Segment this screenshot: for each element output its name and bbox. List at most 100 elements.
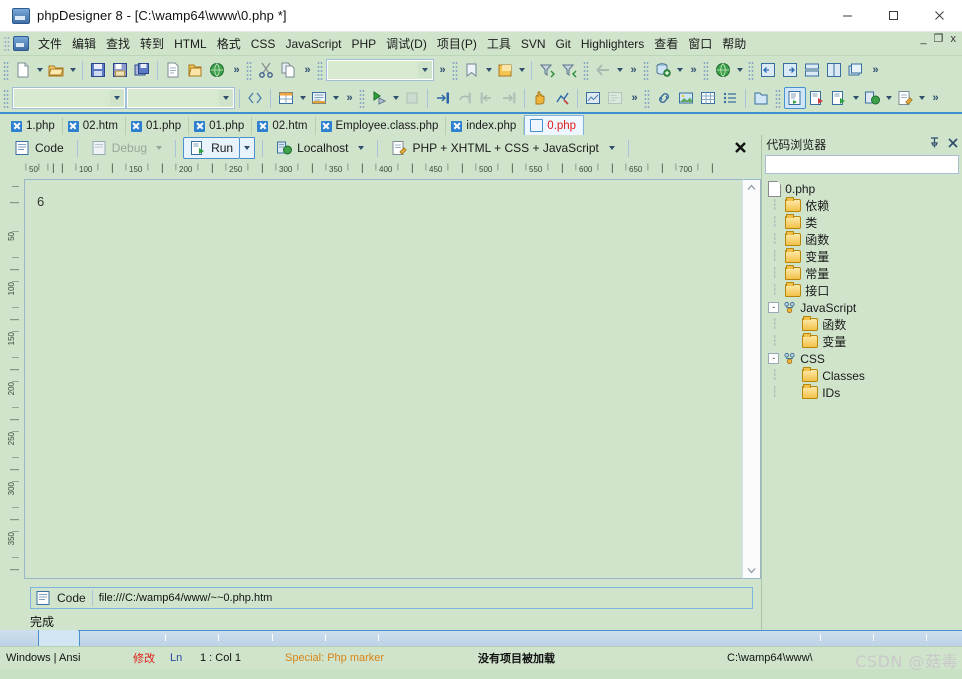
toolbar-grip-debugtools[interactable] [359, 88, 365, 108]
run-server-dropdown-icon[interactable] [883, 87, 894, 109]
tab-close-icon[interactable] [257, 120, 269, 132]
code-browser-tree-item[interactable]: ┆ 变量 [768, 333, 962, 350]
menu-item-goto[interactable]: 转到 [135, 33, 169, 54]
tree-collapse-icon[interactable]: - [768, 302, 780, 313]
globe-dropdown-icon[interactable] [734, 59, 745, 81]
code-browser-tree-item[interactable]: - JavaScript [768, 299, 962, 316]
globe-icon[interactable] [712, 59, 734, 81]
tab-close-icon[interactable] [194, 120, 206, 132]
call-stack-icon[interactable] [604, 87, 626, 109]
code-browser-tree-item[interactable]: ┆ 函数 [768, 231, 962, 248]
menu-item-view[interactable]: 查看 [649, 33, 683, 54]
toolbar-grip-web[interactable] [703, 60, 709, 80]
insert-list-icon[interactable] [719, 87, 741, 109]
close-button[interactable] [916, 0, 962, 31]
document-tab-indexphp[interactable]: index.php [446, 117, 525, 135]
filter-next-icon[interactable] [536, 59, 558, 81]
document-tab-01php-a[interactable]: 01.php [126, 117, 190, 135]
open-folder-icon[interactable] [184, 59, 206, 81]
run-debug-icon[interactable] [368, 87, 390, 109]
toolbar-grip-nav[interactable] [583, 60, 589, 80]
doctype-icon[interactable] [894, 87, 916, 109]
menu-item-format[interactable]: 格式 [212, 33, 246, 54]
run-debug-dropdown-icon[interactable] [390, 87, 401, 109]
doctype-chevron-down-icon[interactable] [608, 146, 615, 150]
doc-restore-button[interactable]: ❐ [934, 34, 944, 45]
menu-item-php[interactable]: PHP [346, 35, 381, 53]
run-file-dropdown-icon[interactable] [850, 87, 861, 109]
cascade-windows-icon[interactable] [845, 59, 867, 81]
step-out-icon[interactable] [476, 87, 498, 109]
document-tab-02htm-b[interactable]: 02.htm [252, 117, 316, 135]
toolbar-overflow-icon-preview[interactable]: » [927, 87, 942, 109]
toolbar-grip-view[interactable] [452, 60, 458, 80]
editor-content[interactable]: 6 [25, 180, 742, 209]
toolbar-overflow-icon-debugtools[interactable]: » [626, 87, 641, 109]
menu-item-css[interactable]: CSS [246, 35, 281, 53]
toolbar-overflow-icon-1[interactable]: » [228, 59, 243, 81]
run-server-icon[interactable] [861, 87, 883, 109]
code-browser-search-input[interactable] [765, 155, 959, 174]
toolbar-grip-search[interactable] [317, 60, 323, 80]
database-connect-icon[interactable] [652, 59, 674, 81]
cut-icon[interactable] [255, 59, 277, 81]
tab-close-icon[interactable] [11, 120, 22, 132]
menu-item-tools[interactable]: 工具 [482, 33, 516, 54]
search-combo-chevron-down-icon[interactable] [418, 62, 432, 78]
toolbar-grip-layout[interactable] [748, 60, 754, 80]
toolbar-overflow-icon-nav[interactable]: » [625, 59, 640, 81]
menu-item-file[interactable]: 文件 [33, 33, 67, 54]
preview-url[interactable]: file:///C:/wamp64/www/~~0.php.htm [99, 592, 273, 604]
menu-item-svn[interactable]: SVN [516, 35, 551, 53]
server-selector-button[interactable]: Localhost [270, 138, 370, 158]
step-into-icon[interactable] [432, 87, 454, 109]
menu-item-edit[interactable]: 编辑 [67, 33, 101, 54]
snippet-category-chevron-down-icon[interactable] [110, 90, 124, 106]
stop-debug-icon[interactable] [401, 87, 423, 109]
toolbar-grip-preview[interactable] [775, 88, 781, 108]
watch-window-icon[interactable] [582, 87, 604, 109]
insert-form-icon[interactable] [308, 87, 330, 109]
close-panel-icon[interactable] [948, 137, 958, 151]
code-browser-tree-item[interactable]: ┆ 变量 [768, 248, 962, 265]
menu-item-project[interactable]: 项目(P) [432, 33, 482, 54]
code-browser-tree-item[interactable]: - CSS [768, 350, 962, 367]
back-dropdown-icon[interactable] [614, 59, 625, 81]
menu-item-git[interactable]: Git [551, 35, 576, 53]
tab-close-icon[interactable] [320, 120, 332, 132]
toolbar-overflow-icon-db[interactable]: » [685, 59, 700, 81]
maximize-button[interactable] [870, 0, 916, 31]
split-vertical-icon[interactable] [823, 59, 845, 81]
bookmark-folder-dropdown-icon[interactable] [516, 59, 527, 81]
minimize-button[interactable] [824, 0, 870, 31]
profiler-icon[interactable] [551, 87, 573, 109]
code-view-button[interactable]: Code [8, 138, 70, 158]
doctype-dropdown-icon[interactable] [916, 87, 927, 109]
preview-address-bar[interactable]: Code file:///C:/wamp64/www/~~0.php.htm [30, 587, 754, 609]
insert-image-icon[interactable] [675, 87, 697, 109]
run-to-cursor-icon[interactable] [498, 87, 520, 109]
print-preview-icon[interactable] [162, 59, 184, 81]
code-browser-tree-item[interactable]: ┆ 函数 [768, 316, 962, 333]
toolbar-grip-db[interactable] [643, 60, 649, 80]
toolbar-overflow-icon-search[interactable]: » [434, 59, 449, 81]
app-menu-icon[interactable] [13, 36, 29, 51]
code-browser-tree-item[interactable]: ┆ 常量 [768, 265, 962, 282]
code-browser-tree-item[interactable]: ┆ Classes [768, 367, 962, 384]
preview-internal-icon[interactable] [784, 87, 806, 109]
close-editor-icon[interactable] [734, 141, 747, 154]
back-icon[interactable] [592, 59, 614, 81]
editor-vertical-scrollbar[interactable] [742, 179, 762, 579]
doc-minimize-button[interactable]: _ [921, 34, 927, 45]
code-browser-tree-item[interactable]: ┆ 依赖 [768, 197, 962, 214]
toolbar-overflow-icon-layout[interactable]: » [867, 59, 882, 81]
new-folder-icon[interactable] [750, 87, 772, 109]
menu-item-help[interactable]: 帮助 [717, 33, 751, 54]
code-browser-tree-item[interactable]: ┆ IDs [768, 384, 962, 401]
panel-resize-handle[interactable] [38, 630, 80, 647]
tab-close-icon[interactable] [67, 120, 79, 132]
pin-icon[interactable] [929, 137, 940, 151]
insert-table-dropdown-icon[interactable] [297, 87, 308, 109]
copy-icon[interactable] [277, 59, 299, 81]
filter-prev-icon[interactable] [558, 59, 580, 81]
